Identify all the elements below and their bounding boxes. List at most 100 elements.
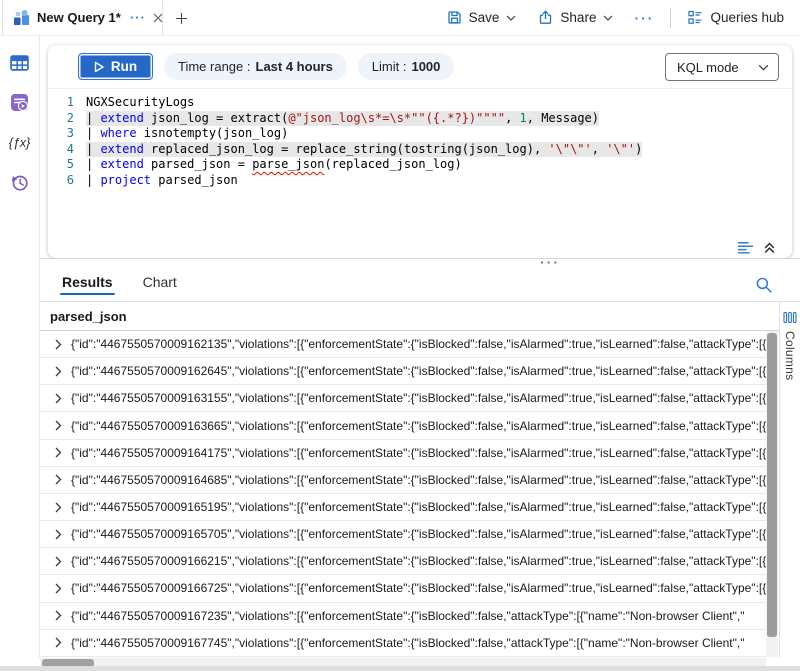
query-mode-value: KQL mode [677,60,739,75]
columns-panel-toggle[interactable]: Columns [779,302,800,658]
line-number: 3 [48,126,74,142]
line-number: 2 [48,111,74,127]
tab-close-icon[interactable] [153,10,163,26]
results-header: Results Chart [40,259,800,302]
query-mode-select[interactable]: KQL mode [665,53,779,81]
table-row[interactable]: {"id":"4467550570009167235","violations"… [40,603,766,630]
left-sidebar: {ƒx} [0,36,40,658]
code-line[interactable]: 3| where isnotempty(json_log) [48,126,792,142]
code-line[interactable]: 5| extend parsed_json = parse_json(repla… [48,157,792,173]
query-play-icon [10,93,29,112]
row-json-text: {"id":"4467550570009167235","violations"… [71,609,766,623]
code-text: | extend json_log = extract(@"json_log\s… [86,111,599,127]
code-text: NGXSecurityLogs [86,95,194,111]
code-line[interactable]: 2 | extend json_log = extract(@"json_log\… [48,111,792,127]
line-number: 1 [48,95,74,111]
pane-splitter[interactable] [40,258,800,259]
table-row[interactable]: {"id":"4467550570009166725","violations"… [40,575,766,602]
collapse-editor-icon[interactable] [763,241,776,254]
queries-hub-button[interactable]: Queries hub [677,0,795,35]
row-json-text: {"id":"4467550570009164175","violations"… [71,446,766,460]
table-row[interactable]: {"id":"4467550570009163665","violations"… [40,412,766,439]
table-row[interactable]: {"id":"4467550570009166215","violations"… [40,548,766,575]
save-button[interactable]: Save [436,0,528,35]
sidebar-item-functions[interactable]: {ƒx} [10,133,30,152]
table-row[interactable]: {"id":"4467550570009162645","violations"… [40,358,766,385]
expand-row-icon[interactable] [55,393,62,404]
expand-row-icon[interactable] [55,447,62,458]
more-actions-button[interactable]: ··· [624,10,664,26]
play-icon [94,61,104,73]
save-icon [447,10,462,25]
table-row[interactable]: {"id":"4467550570009167745","violations"… [40,630,766,657]
results-tab-chart[interactable]: Chart [141,274,179,301]
expand-row-icon[interactable] [55,474,62,485]
table-row[interactable]: {"id":"4467550570009164685","violations"… [40,467,766,494]
row-json-text: {"id":"4467550570009163665","violations"… [71,419,766,433]
code-editor[interactable]: 1 NGXSecurityLogs 2 | extend json_log = ext… [48,89,792,188]
format-lines-icon[interactable] [737,241,754,254]
table-row[interactable]: {"id":"4467550570009162135","violations"… [40,331,766,358]
expand-row-icon[interactable] [55,420,62,431]
expand-row-icon[interactable] [55,610,62,621]
results-tab-results[interactable]: Results [60,274,115,301]
table-row[interactable]: {"id":"4467550570009165195","violations"… [40,494,766,521]
table-row[interactable]: {"id":"4467550570009163155","violations"… [40,385,766,412]
table-row[interactable]: {"id":"4467550570009165705","violations"… [40,521,766,548]
results-pane: Results Chart parsed_json {"id":"44675505… [40,259,800,658]
tab-bar: New Query 1* ··· Save [0,0,800,36]
line-number: 5 [48,157,74,173]
query-editor-card: Run Time range : Last 4 hours Limit : 10… [48,45,792,258]
new-tab-button[interactable] [170,7,192,29]
row-json-text: {"id":"4467550570009166725","violations"… [71,581,766,595]
editor-corner-controls [737,241,776,254]
row-json-text: {"id":"4467550570009162135","violations"… [71,337,766,351]
sidebar-item-saved-queries[interactable] [10,93,30,112]
code-lines: 1 NGXSecurityLogs 2 | extend json_log = ext… [48,95,792,188]
limit-picker[interactable]: Limit : 1000 [358,53,455,80]
query-tab[interactable]: New Query 1* ··· [2,0,163,35]
run-button[interactable]: Run [78,53,153,80]
fx-icon: {ƒx} [9,136,31,150]
plus-icon [175,12,188,25]
share-button[interactable]: Share [527,0,624,35]
code-text: | project parsed_json [86,173,238,189]
vertical-scrollbar-thumb[interactable] [767,333,777,637]
expand-row-icon[interactable] [55,529,62,540]
expand-row-icon[interactable] [55,637,62,648]
adx-app-icon [13,9,30,26]
columns-panel-label: Columns [783,331,797,380]
expand-row-icon[interactable] [55,556,62,567]
queries-hub-label: Queries hub [710,10,784,25]
splitter-drag-handle[interactable]: ··· [540,257,560,267]
grid-column-header[interactable]: parsed_json [40,302,800,331]
table-row[interactable]: {"id":"4467550570009164175","violations"… [40,440,766,467]
column-header-label: parsed_json [50,309,127,324]
chevron-down-icon [506,15,516,21]
expand-row-icon[interactable] [55,583,62,594]
expand-row-icon[interactable] [55,502,62,513]
header-actions: Save Share ··· [436,0,795,35]
search-results-button[interactable] [755,276,773,294]
line-number: 4 [48,142,74,158]
chevron-down-icon [758,64,769,71]
vertical-scrollbar[interactable] [766,331,778,657]
expand-row-icon[interactable] [55,339,62,350]
tab-overflow-menu[interactable]: ··· [130,10,146,25]
page-bottom-strip [0,666,800,671]
row-json-text: {"id":"4467550570009163155","violations"… [71,391,766,405]
code-text: | extend replaced_json_log = replace_str… [86,142,642,158]
sidebar-item-connections[interactable] [10,53,30,72]
expand-row-icon[interactable] [55,366,62,377]
grid-body: {"id":"4467550570009162135","violations"… [40,331,800,657]
sidebar-item-history[interactable] [10,173,30,192]
time-range-label: Time range : [178,59,251,74]
run-label: Run [111,59,137,74]
time-range-picker[interactable]: Time range : Last 4 hours [164,53,347,80]
code-line[interactable]: 4 | extend replaced_json_log = replace_st… [48,142,792,158]
code-line[interactable]: 1 NGXSecurityLogs [48,95,792,111]
search-icon [755,276,773,294]
code-line[interactable]: 6| project parsed_json [48,173,792,189]
chevron-down-icon [603,15,613,21]
save-label: Save [469,10,500,25]
